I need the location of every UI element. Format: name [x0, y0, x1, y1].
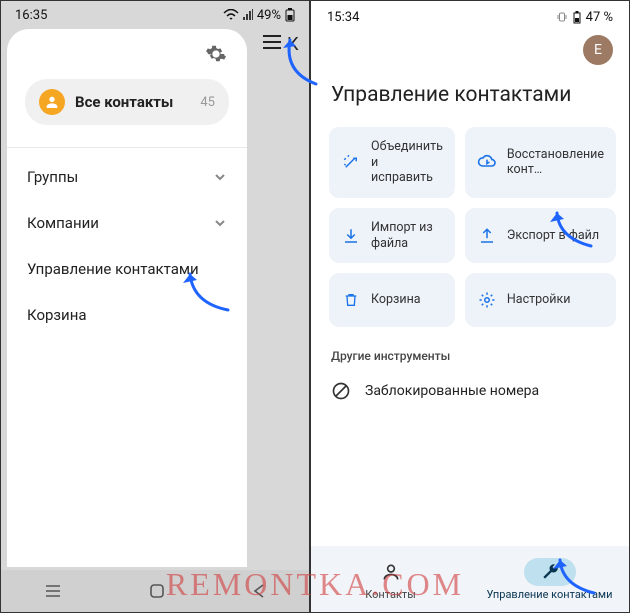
wrench-icon [524, 558, 576, 586]
google-contacts-manage-screen: 15:34 47 % E Управление контактами Объед… [310, 0, 630, 613]
block-icon [331, 381, 351, 401]
back-icon[interactable] [252, 583, 266, 599]
status-time: 15:34 [327, 10, 359, 25]
chevron-down-icon [213, 216, 227, 230]
wand-icon [341, 153, 361, 171]
tab-label: Контакты [365, 588, 416, 601]
tab-label: Управление контактами [487, 588, 613, 601]
trash-row[interactable]: Корзина [25, 292, 229, 338]
gear-icon [477, 291, 497, 309]
trash-card[interactable]: Корзина [329, 273, 455, 327]
screen-title-tail: К [287, 34, 299, 55]
trash-label: Корзина [27, 306, 87, 324]
all-contacts-pill[interactable]: Все контакты 45 [25, 79, 229, 125]
recents-icon[interactable] [44, 582, 62, 600]
trash-icon [341, 291, 361, 309]
blocked-label: Заблокированные номера [365, 383, 539, 399]
upload-icon [477, 227, 497, 245]
cloud-restore-icon [477, 154, 497, 170]
blocked-numbers-row[interactable]: Заблокированные номера [311, 373, 629, 409]
bottom-nav: Контакты Управление контактами [311, 546, 629, 612]
download-icon [341, 227, 361, 245]
person-icon [365, 558, 417, 586]
companies-row[interactable]: Компании [25, 200, 229, 246]
battery-icon [285, 8, 295, 22]
all-contacts-label: Все контакты [75, 93, 190, 111]
vibrate-icon [556, 11, 568, 23]
manage-contacts-row[interactable]: Управление контактами [25, 246, 229, 292]
gear-icon[interactable] [205, 43, 227, 65]
status-icons: 49% [223, 8, 295, 23]
person-icon [39, 89, 65, 115]
divider [7, 147, 247, 148]
signal-icon [243, 9, 253, 21]
tab-manage-contacts[interactable]: Управление контактами [470, 546, 629, 612]
status-bar: 16:35 49% [1, 1, 309, 25]
page-title: Управление контактами [311, 27, 629, 127]
android-nav-bar [1, 570, 309, 612]
chevron-down-icon [213, 170, 227, 184]
card-label: Настройки [507, 292, 571, 308]
samsung-contacts-screen: 16:35 49% К Все контакты 45 [0, 0, 310, 613]
companies-label: Компании [27, 214, 99, 232]
status-time: 16:35 [15, 8, 47, 23]
account-avatar[interactable]: E [583, 35, 613, 65]
card-label: Объединить и исправить [371, 139, 443, 186]
card-label: Восстановление конт… [507, 147, 604, 178]
battery-icon [573, 11, 581, 24]
manage-contacts-label: Управление контактами [27, 260, 199, 278]
side-drawer: Все контакты 45 Группы Компании Управлен… [7, 29, 247, 567]
status-bar: 15:34 47 % [311, 1, 629, 27]
card-label: Импорт из файла [371, 220, 443, 251]
settings-card[interactable]: Настройки [465, 273, 616, 327]
groups-label: Группы [27, 168, 78, 186]
home-icon[interactable] [148, 582, 166, 600]
other-tools-heading: Другие инструменты [311, 327, 629, 373]
merge-fix-card[interactable]: Объединить и исправить [329, 127, 455, 198]
card-label: Корзина [371, 292, 421, 308]
action-grid: Объединить и исправить Восстановление ко… [311, 127, 629, 327]
export-card[interactable]: Экспорт в файл [465, 208, 616, 263]
import-card[interactable]: Импорт из файла [329, 208, 455, 263]
battery-text: 47 % [586, 10, 613, 25]
groups-row[interactable]: Группы [25, 154, 229, 200]
all-contacts-count: 45 [200, 95, 215, 110]
status-icons: 47 % [556, 10, 613, 25]
restore-card[interactable]: Восстановление конт… [465, 127, 616, 198]
wifi-icon [223, 9, 239, 21]
hamburger-icon[interactable] [263, 35, 281, 49]
tab-contacts[interactable]: Контакты [311, 546, 470, 612]
card-label: Экспорт в файл [507, 228, 599, 244]
battery-text: 49% [257, 8, 281, 23]
